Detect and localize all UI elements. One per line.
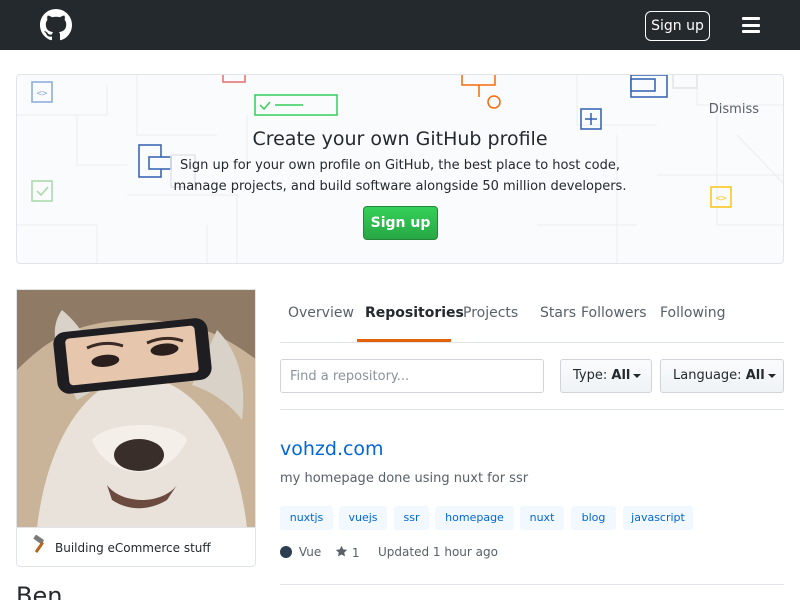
topic-tag[interactable]: vuejs	[339, 506, 387, 530]
banner-description: Sign up for your own profile on GitHub, …	[173, 158, 627, 194]
profile-name: Ben	[16, 582, 63, 600]
hammer-icon	[31, 529, 49, 569]
profile-status[interactable]: Building eCommerce stuff	[16, 527, 256, 567]
language-filter-dropdown[interactable]: Language: All	[660, 359, 784, 393]
banner-signup-button[interactable]: Sign up	[363, 206, 438, 240]
top-navbar: Sign up	[0, 0, 800, 50]
repo-stars[interactable]: 1	[335, 545, 359, 560]
star-icon	[335, 545, 348, 557]
tab-following[interactable]: Following	[660, 305, 726, 321]
repo-language: Vue	[280, 545, 321, 559]
type-filter-label: Type:	[573, 368, 608, 383]
topic-tag[interactable]: javascript	[623, 506, 693, 530]
tab-overview[interactable]: Overview	[288, 305, 354, 321]
tab-repositories[interactable]: Repositories	[365, 305, 464, 321]
topic-tag[interactable]: ssr	[394, 506, 429, 530]
dismiss-link[interactable]: Dismiss	[709, 102, 759, 117]
chevron-down-icon	[767, 373, 776, 378]
profile-tabs: Overview Repositories Projects Stars Fol…	[280, 289, 784, 343]
tab-stars[interactable]: Stars	[540, 305, 576, 321]
hamburger-menu-icon[interactable]	[742, 17, 760, 33]
star-count: 1	[351, 546, 360, 560]
type-filter-value: All	[611, 368, 631, 383]
topic-tag[interactable]: nuxtjs	[280, 506, 333, 530]
language-filter-label: Language:	[673, 368, 742, 383]
banner-title: Create your own GitHub profile	[252, 128, 548, 150]
tab-projects[interactable]: Projects	[463, 305, 518, 321]
topic-tag[interactable]: nuxt	[520, 506, 564, 530]
repo-updated: Updated 1 hour ago	[378, 545, 498, 559]
avatar[interactable]	[16, 289, 256, 527]
divider	[280, 584, 784, 585]
divider	[280, 409, 784, 410]
signup-banner: <> <> Dismiss Create your own GitHub pro…	[16, 74, 784, 264]
active-tab-underline	[357, 339, 451, 342]
topic-tag[interactable]: blog	[571, 506, 616, 530]
topic-tag[interactable]: homepage	[435, 506, 514, 530]
avatar-image	[17, 290, 255, 527]
svg-text:<>: <>	[37, 89, 48, 99]
repo-description: my homepage done using nuxt for ssr	[280, 471, 529, 486]
github-octocat-icon[interactable]	[40, 9, 72, 41]
header-signup-button[interactable]: Sign up	[645, 11, 710, 41]
status-text: Building eCommerce stuff	[55, 541, 211, 555]
language-filter-value: All	[745, 368, 765, 383]
repo-search-input[interactable]	[280, 359, 544, 393]
svg-text:<>: <>	[716, 194, 727, 204]
type-filter-dropdown[interactable]: Type: All	[560, 359, 652, 393]
language-name: Vue	[298, 545, 322, 559]
tab-followers[interactable]: Followers	[581, 305, 647, 321]
repo-link[interactable]: vohzd.com	[280, 438, 384, 460]
chevron-down-icon	[633, 373, 642, 378]
language-color-dot	[280, 545, 292, 558]
